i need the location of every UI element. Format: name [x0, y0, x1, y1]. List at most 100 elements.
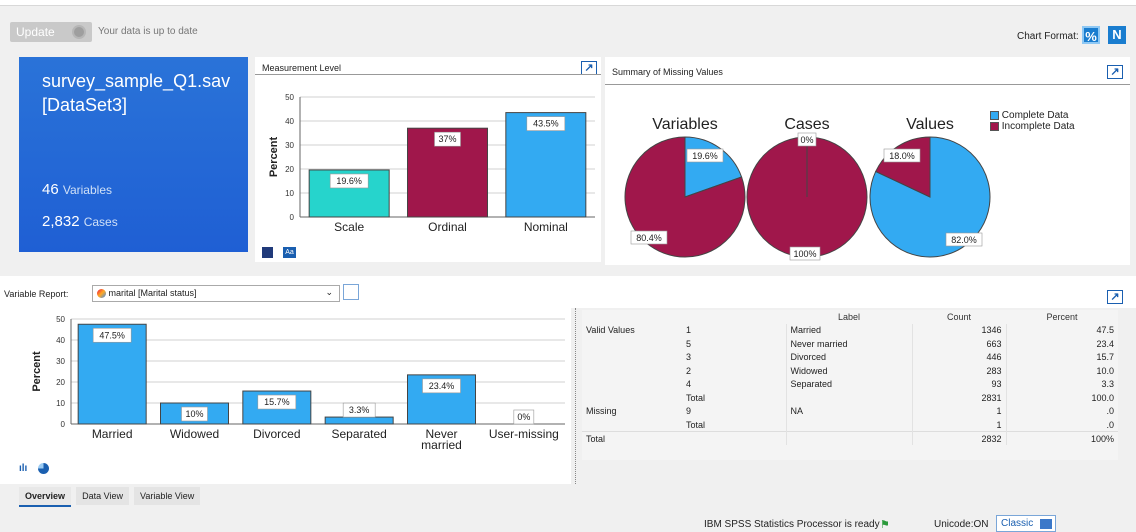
- category-label: Married: [92, 427, 133, 441]
- update-button[interactable]: Update: [10, 22, 92, 42]
- legend-complete: Complete Data: [990, 110, 1075, 121]
- table-cell: Missing: [586, 406, 617, 417]
- variable-chart-panel: 0 10 20 30 40 50 Percent 47.5% Married 10% Widowed…: [0, 308, 571, 484]
- table-cell: 1: [686, 325, 692, 336]
- table-cell: 283: [911, 364, 1006, 378]
- splitter-handle[interactable]: [575, 308, 578, 484]
- measurement-level-panel: Measurement Level ↗ 0 10 20 30 40 50 Percent 19…: [255, 57, 601, 262]
- table-cell: 663: [911, 337, 1006, 351]
- table-cell: Total: [686, 419, 706, 430]
- pie-data-label: 18.0%: [889, 151, 915, 161]
- table-cell: 100.0: [1005, 391, 1118, 405]
- table-cell: 9: [686, 406, 692, 417]
- status-bar: IBM SPSS Statistics Processor is ready ⚑…: [0, 514, 1136, 532]
- table-row: 5 Never married 663 23.4: [582, 337, 1118, 351]
- measurement-bar-chart: 0 10 20 30 40 50 Percent 19.6% Scale 37% Ordinal 43…: [268, 93, 595, 234]
- table-row: 4 Separated 93 3.3: [582, 377, 1118, 392]
- dataset-summary-card: survey_sample_Q1.sav [DataSet3] 46 Varia…: [19, 57, 248, 252]
- data-label: 3.3%: [349, 405, 370, 415]
- data-label: 37%: [438, 134, 456, 144]
- frequency-table-panel: Label Count Percent Valid Values 1 Married…: [582, 310, 1118, 460]
- data-label: 0%: [517, 412, 530, 422]
- measurement-level-title: Measurement Level: [262, 63, 342, 73]
- legend-label-complete: Complete Data: [1001, 110, 1069, 121]
- table-row: Valid Values 1 Married 1346 47.5: [582, 323, 1118, 337]
- y-axis-label: Percent: [31, 351, 43, 392]
- category-label: Scale: [334, 220, 364, 234]
- data-label: 19.6%: [336, 176, 362, 186]
- expand-missing-icon[interactable]: ↗: [1107, 65, 1123, 79]
- processor-status: IBM SPSS Statistics Processor is ready: [704, 519, 880, 530]
- variable-options-button[interactable]: [343, 284, 359, 300]
- table-cell: Total: [586, 433, 606, 444]
- cases-stat: 2,832 Cases: [42, 213, 118, 230]
- y-tick-label: 20: [285, 165, 294, 174]
- variables-label: Variables: [62, 183, 112, 197]
- y-tick-label: 0: [61, 420, 66, 429]
- variable-select-value: marital [Marital status]: [108, 288, 197, 298]
- update-status-text: Your data is up to date: [98, 26, 198, 37]
- expand-measurement-icon[interactable]: ↗: [581, 61, 597, 75]
- table-cell: 1: [911, 404, 1006, 418]
- missing-values-panel: Summary of Missing Values ↗ Variables 19.…: [605, 57, 1130, 265]
- chart-format-count-button[interactable]: N: [1108, 26, 1126, 44]
- variable-select[interactable]: marital [Marital status] ⌄: [92, 285, 340, 302]
- table-header-row: Label Count Percent: [582, 310, 1118, 324]
- data-label: 10%: [185, 409, 203, 419]
- cases-count: 2,832: [42, 213, 80, 230]
- table-header-count: Count: [946, 311, 972, 322]
- pie-chart-icon[interactable]: [38, 463, 49, 474]
- table-row: Total 2831 100.0: [582, 391, 1118, 405]
- variables-count: 46: [42, 181, 59, 198]
- table-cell: 15.7: [1005, 350, 1118, 364]
- y-tick-label: 10: [56, 399, 65, 408]
- y-tick-label: 50: [56, 315, 65, 324]
- category-label: Divorced: [253, 427, 300, 441]
- category-label: User-missing: [489, 427, 559, 441]
- expand-variable-report-icon[interactable]: ↗: [1107, 290, 1123, 304]
- missing-values-title: Summary of Missing Values: [612, 67, 723, 77]
- legend-swatch-incomplete: [990, 121, 999, 131]
- table-cell: 2831: [911, 391, 1006, 405]
- tab-data-view[interactable]: Data View: [76, 487, 129, 505]
- y-tick-label: 40: [56, 336, 65, 345]
- variables-stat: 46 Variables: [42, 181, 112, 198]
- table-cell: [582, 378, 682, 392]
- table-cell: [785, 391, 912, 405]
- table-header-blank: [682, 310, 786, 324]
- table-row: 2 Widowed 283 10.0: [582, 364, 1118, 378]
- table-cell: 446: [911, 350, 1006, 364]
- pie-title: Cases: [784, 116, 829, 133]
- data-label: 43.5%: [533, 119, 559, 129]
- chart-editor-icon[interactable]: [262, 247, 273, 258]
- table-cell: [582, 351, 682, 365]
- pie-title: Variables: [652, 116, 718, 133]
- data-label: 15.7%: [264, 397, 290, 407]
- text-format-icon[interactable]: Aa: [283, 247, 296, 258]
- tab-overview[interactable]: Overview: [19, 487, 72, 507]
- variable-report-label: Variable Report:: [4, 289, 69, 299]
- y-axis-label: Percent: [268, 136, 280, 177]
- table-cell: 2832: [911, 431, 1006, 445]
- chart-format-percent-button[interactable]: %: [1082, 26, 1100, 44]
- tab-variable-view[interactable]: Variable View: [134, 487, 201, 505]
- table-cell: Widowed: [785, 364, 912, 378]
- table-cell: 47.5: [1005, 323, 1118, 337]
- table-cell: Total: [686, 392, 706, 403]
- missing-legend: Complete Data Incomplete Data: [990, 110, 1075, 132]
- pie-data-label: 82.0%: [951, 235, 977, 245]
- table-cell: 4: [686, 379, 692, 390]
- pie-data-label: 0%: [800, 135, 813, 145]
- window-top-strip: [0, 0, 1136, 6]
- category-label: married: [421, 438, 462, 452]
- table-cell: 93: [911, 377, 1006, 391]
- table-cell: 1346: [911, 323, 1006, 337]
- classic-mode-button[interactable]: Classic: [996, 515, 1057, 532]
- table-cell: .0: [1005, 404, 1118, 418]
- table-cell: 3: [686, 352, 692, 363]
- pie-data-label: 100%: [793, 249, 816, 259]
- bar-chart-icon[interactable]: ılı: [19, 463, 32, 474]
- table-cell: Married: [785, 323, 912, 337]
- chart-format-label: Chart Format:: [1017, 31, 1079, 42]
- y-tick-label: 20: [56, 378, 65, 387]
